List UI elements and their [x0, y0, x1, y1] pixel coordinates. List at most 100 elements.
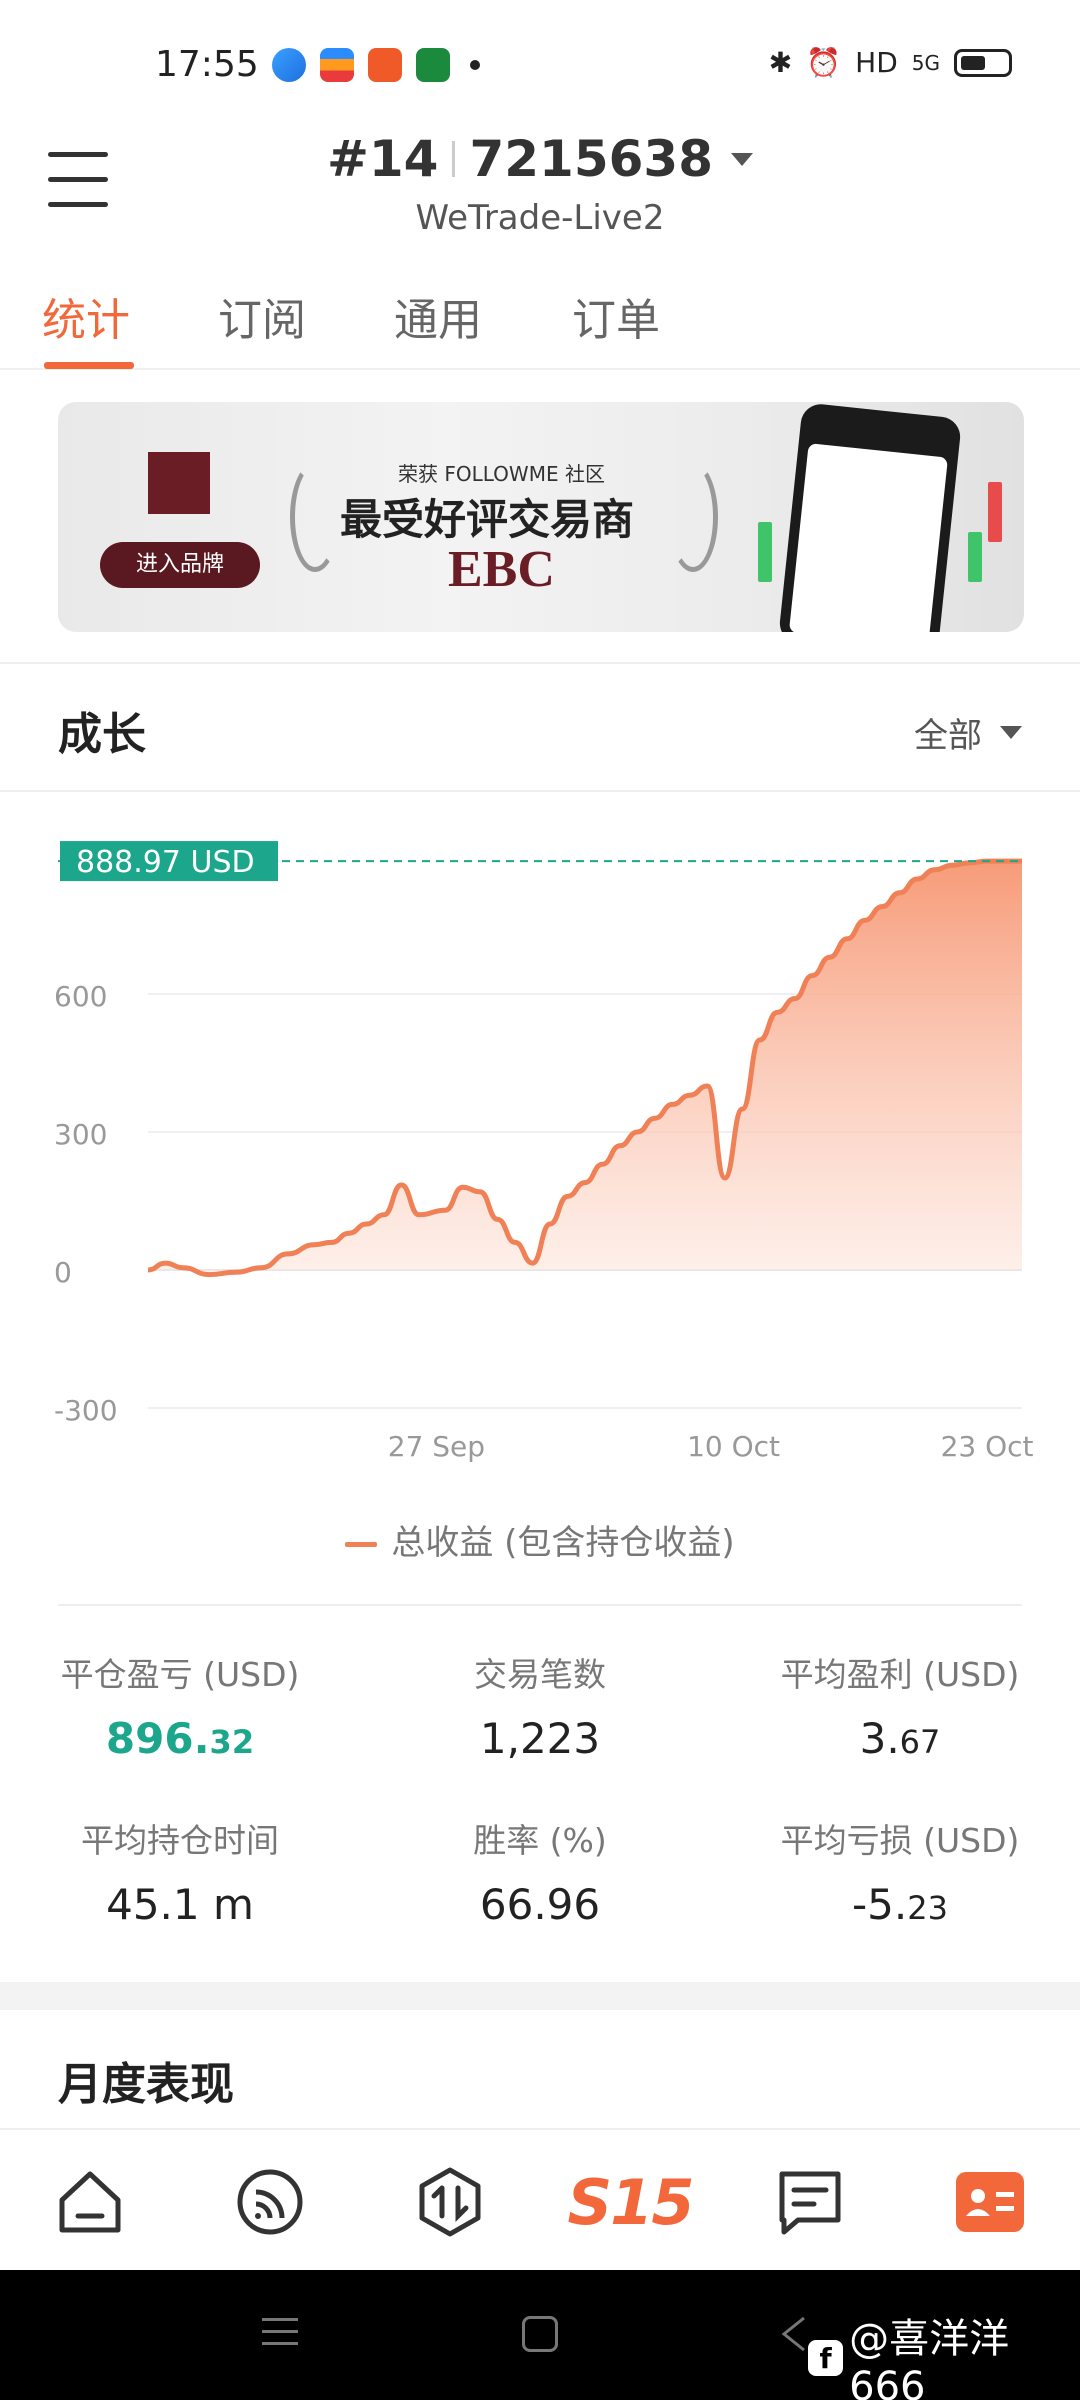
wallet-app-icon [320, 48, 354, 82]
hd-indicator: HD [855, 46, 898, 79]
x-tick-label: 10 Oct [687, 1430, 780, 1463]
phone-mockup-image [777, 402, 963, 632]
nav-trade[interactable] [410, 2162, 490, 2242]
range-filter-label: 全部 [914, 716, 982, 756]
home-icon [59, 2171, 121, 2233]
avg-holding-time-value-main: 45.1 m [106, 1880, 254, 1929]
watermark-text: @喜洋洋666 [849, 2316, 1010, 2400]
closed-pnl-value-main: 896. [105, 1714, 210, 1763]
active-tab-indicator [44, 362, 134, 369]
account-index: #14 [326, 130, 439, 188]
avg-holding-time-label: 平均持仓时间 [81, 1821, 279, 1860]
tab-bar: 统计 订阅 通用 订单 [0, 280, 1080, 370]
laurel-right-icon [668, 462, 718, 572]
profile-card-icon [956, 2172, 1024, 2232]
tab-subscribe[interactable]: 订阅 [218, 284, 306, 348]
divider [0, 662, 1080, 664]
battery-icon [954, 48, 1012, 77]
banner-subtitle: 荣获 FOLLOWME 社区 [398, 462, 605, 486]
nav-profile[interactable] [950, 2162, 1030, 2242]
banner-title: 最受好评交易商 [340, 495, 635, 544]
nav-feed[interactable] [230, 2162, 310, 2242]
y-tick-label: 300 [54, 1118, 107, 1151]
trade-count-stat: 交易笔数 1,223 [370, 1648, 710, 1763]
back-button[interactable] [778, 2314, 808, 2354]
account-server: WeTrade-Live2 [415, 198, 665, 238]
s15-logo: S15 [567, 2165, 695, 2239]
avg-loss-label: 平均亏损 (USD) [780, 1821, 1020, 1860]
avg-profit-value-main: 3. [859, 1714, 900, 1763]
section-separator [0, 1982, 1080, 2010]
trade-count-value: 1,223 [370, 1714, 710, 1763]
laurel-left-icon [290, 462, 340, 572]
candle-icon [968, 532, 982, 582]
chevron-down-icon [1000, 726, 1022, 739]
divider [0, 790, 1080, 792]
growth-chart[interactable]: 600 300 0 -300 888.97 USD 27 Sep 10 Oct 23 Oct [0, 820, 1080, 1520]
legend-label: 总收益 (包含持仓收益) [391, 1523, 735, 1563]
bluetooth-icon: ✱ [768, 46, 793, 79]
closed-pnl-value: 896.32 [10, 1714, 350, 1763]
message-icon [779, 2171, 841, 2235]
avg-loss-value-main: -5. [852, 1880, 908, 1929]
nav-home[interactable] [50, 2162, 130, 2242]
watermark: f @喜洋洋666 [808, 2306, 1080, 2400]
feed-icon [237, 2169, 303, 2235]
avg-profit-value-decimal: 67 [899, 1723, 941, 1761]
y-tick-label: -300 [54, 1394, 118, 1427]
growth-chart-svg: 600 300 0 -300 888.97 USD 27 Sep 10 Oct 23 Oct [54, 841, 1034, 1463]
avg-loss-value-decimal: 23 [907, 1889, 948, 1927]
y-tick-label: 0 [54, 1256, 72, 1289]
oppo-app-icon [416, 48, 450, 82]
account-selector[interactable]: #14 7215638 WeTrade-Live2 [0, 130, 1080, 238]
y-tick-label: 600 [54, 980, 107, 1013]
trade-count-label: 交易笔数 [474, 1655, 606, 1694]
chart-legend[interactable]: 总收益 (包含持仓收益) [0, 1515, 1080, 1564]
signal-icon: 5G [911, 50, 940, 75]
chevron-down-icon[interactable] [731, 152, 753, 166]
closed-pnl-value-decimal: 32 [209, 1723, 255, 1761]
app-notification-icon [272, 48, 306, 82]
more-notifications-dot [470, 60, 480, 70]
trade-count-value-main: 1,223 [479, 1714, 601, 1763]
avg-holding-time-value: 45.1 m [10, 1880, 350, 1929]
growth-title: 成长 [58, 709, 146, 760]
series-area [148, 861, 1022, 1275]
avg-profit-value: 3.67 [730, 1714, 1070, 1763]
banner-brand: EBC [448, 541, 555, 598]
account-number: 7215638 [469, 130, 713, 188]
status-app-icons [272, 48, 480, 82]
promo-banner[interactable]: 进入品牌 荣获 FOLLOWME 社区 最受好评交易商 EBC [58, 402, 1024, 632]
ebc-logo-icon [148, 452, 210, 514]
account-divider [452, 141, 456, 177]
tab-statistics[interactable]: 统计 [42, 284, 130, 348]
trade-icon [419, 2167, 481, 2237]
range-filter-dropdown[interactable]: 全部 [914, 708, 1022, 757]
bottom-navigation: S15 [0, 2128, 1080, 2270]
legend-swatch [345, 1542, 378, 1547]
enter-brand-button[interactable]: 进入品牌 [100, 542, 260, 588]
x-tick-label: 27 Sep [388, 1430, 485, 1463]
nav-messages[interactable] [770, 2162, 850, 2242]
avg-profit-stat: 平均盈利 (USD) 3.67 [730, 1648, 1070, 1763]
status-time: 17:55 [155, 44, 259, 85]
tab-general[interactable]: 通用 [394, 284, 482, 348]
win-rate-stat: 胜率 (%) 66.96 [370, 1814, 710, 1929]
closed-pnl-label: 平仓盈亏 (USD) [60, 1655, 300, 1694]
home-button[interactable] [522, 2316, 558, 2352]
system-navigation-bar: f @喜洋洋666 [0, 2270, 1080, 2400]
nav-s15[interactable]: S15 [567, 2162, 695, 2242]
video-app-icon [368, 48, 402, 82]
closed-pnl-stat: 平仓盈亏 (USD) 896.32 [10, 1648, 350, 1763]
status-indicators: ✱ ⏰ HD 5G [769, 46, 1012, 79]
win-rate-value-main: 66.96 [479, 1880, 601, 1929]
avg-profit-label: 平均盈利 (USD) [780, 1655, 1020, 1694]
alarm-icon: ⏰ [806, 46, 842, 79]
win-rate-label: 胜率 (%) [473, 1821, 607, 1860]
recent-apps-button[interactable] [262, 2318, 298, 2354]
win-rate-value: 66.96 [370, 1880, 710, 1929]
candle-icon [758, 522, 772, 582]
status-bar: 17:55 ✱ ⏰ HD 5G [0, 0, 1080, 135]
current-value-label: 888.97 USD [76, 845, 255, 880]
tab-orders[interactable]: 订单 [572, 284, 660, 348]
